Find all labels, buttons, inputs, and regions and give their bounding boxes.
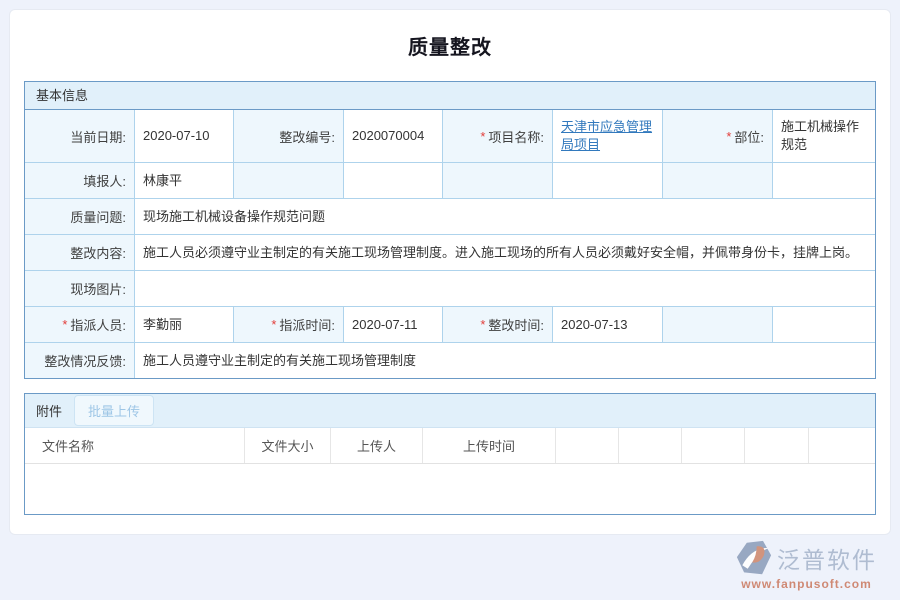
empty-cell bbox=[344, 163, 442, 198]
required-asterisk: * bbox=[726, 129, 731, 144]
required-asterisk: * bbox=[480, 129, 485, 144]
assign-time-label: *指派时间: bbox=[234, 307, 343, 342]
attachments-panel: 附件 批量上传 文件名称 文件大小 上传人 上传时间 bbox=[24, 393, 876, 515]
current-date-value: 2020-07-10 bbox=[135, 110, 233, 162]
current-date-label: 当前日期: bbox=[25, 110, 134, 162]
site-photo-value bbox=[135, 271, 875, 306]
empty-cell bbox=[553, 163, 662, 198]
assign-time-value: 2020-07-11 bbox=[344, 307, 442, 342]
required-asterisk: * bbox=[271, 317, 276, 332]
fanpu-logo-icon bbox=[736, 540, 772, 576]
basic-info-section-title: 基本信息 bbox=[25, 82, 875, 110]
required-asterisk: * bbox=[480, 317, 485, 332]
attachments-section-title: 附件 bbox=[36, 401, 62, 420]
assignee-label: *指派人员: bbox=[25, 307, 134, 342]
required-asterisk: * bbox=[62, 317, 67, 332]
attachments-empty-body bbox=[25, 464, 875, 514]
basic-info-panel: 基本信息 当前日期: 2020-07-10 整改编号: 2020070004 *… bbox=[24, 81, 876, 379]
empty-column bbox=[619, 428, 682, 463]
empty-cell bbox=[663, 163, 772, 198]
site-photo-label: 现场图片: bbox=[25, 271, 134, 306]
attachments-bar: 附件 批量上传 bbox=[25, 394, 875, 428]
quality-issue-label: 质量问题: bbox=[25, 199, 134, 234]
column-uploader: 上传人 bbox=[331, 428, 423, 463]
rectify-no-value: 2020070004 bbox=[344, 110, 442, 162]
feedback-label: 整改情况反馈: bbox=[25, 343, 134, 378]
quality-issue-value: 现场施工机械设备操作规范问题 bbox=[135, 199, 875, 234]
batch-upload-button[interactable]: 批量上传 bbox=[74, 395, 154, 426]
vendor-url-text: www.fanpusoft.com bbox=[741, 577, 872, 591]
rectify-no-label: 整改编号: bbox=[234, 110, 343, 162]
basic-info-grid: 当前日期: 2020-07-10 整改编号: 2020070004 *项目名称:… bbox=[25, 110, 875, 378]
vendor-brand-text: 泛普软件 bbox=[777, 541, 877, 575]
column-file-size: 文件大小 bbox=[245, 428, 331, 463]
page-title: 质量整改 bbox=[0, 31, 900, 60]
empty-cell bbox=[773, 163, 875, 198]
vendor-watermark: 泛普软件 www.fanpusoft.com bbox=[736, 540, 877, 591]
empty-column bbox=[682, 428, 745, 463]
rectify-content-label: 整改内容: bbox=[25, 235, 134, 270]
location-label: *部位: bbox=[663, 110, 772, 162]
empty-column bbox=[556, 428, 619, 463]
empty-column bbox=[745, 428, 809, 463]
reporter-value: 林康平 bbox=[135, 163, 233, 198]
assignee-value: 李勤丽 bbox=[135, 307, 233, 342]
reporter-label: 填报人: bbox=[25, 163, 134, 198]
column-file-name: 文件名称 bbox=[25, 428, 245, 463]
empty-cell bbox=[234, 163, 343, 198]
empty-column bbox=[809, 428, 875, 463]
empty-cell bbox=[443, 163, 552, 198]
project-name-label: *项目名称: bbox=[443, 110, 552, 162]
empty-cell bbox=[773, 307, 875, 342]
project-name-value: 天津市应急管理局项目 bbox=[553, 110, 662, 162]
attachments-table-header: 文件名称 文件大小 上传人 上传时间 bbox=[25, 428, 875, 464]
project-name-link[interactable]: 天津市应急管理局项目 bbox=[561, 118, 654, 153]
column-upload-time: 上传时间 bbox=[423, 428, 556, 463]
feedback-value: 施工人员遵守业主制定的有关施工现场管理制度 bbox=[135, 343, 875, 378]
rectify-time-value: 2020-07-13 bbox=[553, 307, 662, 342]
empty-cell bbox=[663, 307, 772, 342]
location-value: 施工机械操作规范 bbox=[773, 110, 875, 162]
rectify-time-label: *整改时间: bbox=[443, 307, 552, 342]
rectify-content-value: 施工人员必须遵守业主制定的有关施工现场管理制度。进入施工现场的所有人员必须戴好安… bbox=[135, 235, 875, 270]
